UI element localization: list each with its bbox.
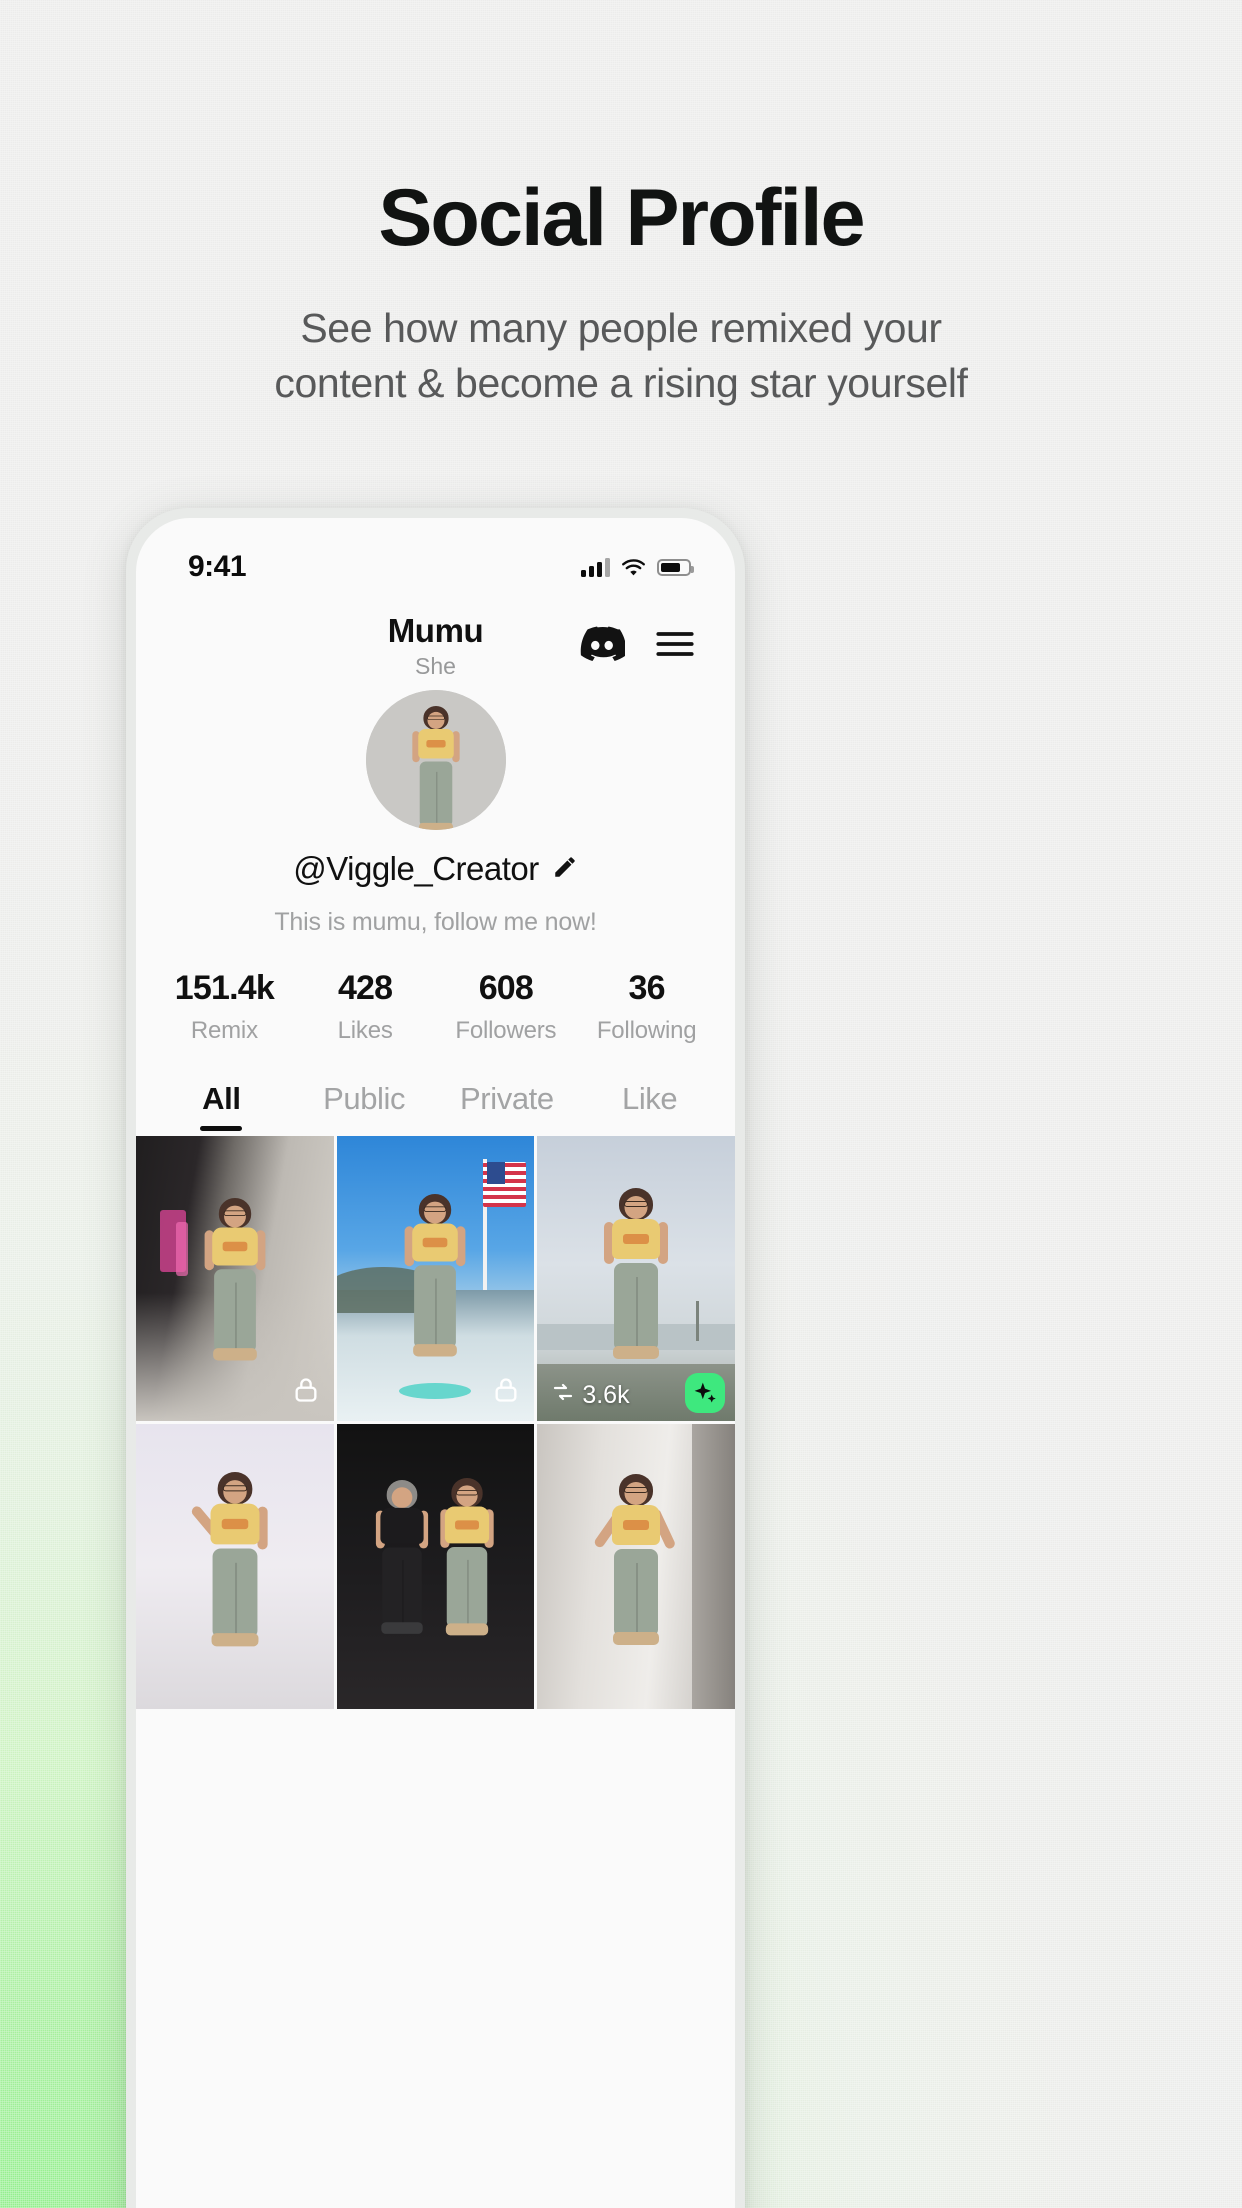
tab-label: Like	[621, 1081, 678, 1116]
marketing-header: Social Profile See how many people remix…	[0, 178, 1242, 410]
phone-mockup: 9:41 Mumu She @Viggle_Creator This is mu…	[126, 508, 745, 2208]
status-bar: 9:41	[136, 518, 735, 596]
page-title: Social Profile	[378, 173, 865, 263]
user-bio: This is mumu, follow me now!	[274, 908, 597, 936]
handle-row[interactable]: @Viggle_Creator	[136, 850, 735, 888]
tab-public[interactable]: Public	[293, 1081, 436, 1131]
page-subtitle-line-1: See how many people remixed your	[300, 305, 942, 351]
cellular-signal-icon	[581, 557, 610, 577]
tab-all[interactable]: All	[150, 1081, 293, 1131]
lock-icon	[292, 1376, 320, 1409]
stat-label: Likes	[337, 1017, 393, 1044]
hamburger-menu-icon[interactable]	[655, 629, 695, 664]
remix-loop-icon	[551, 1380, 575, 1411]
stat-followers[interactable]: 608 Followers	[436, 969, 577, 1045]
grid-item[interactable]	[136, 1424, 334, 1709]
stat-value: 151.4k	[174, 969, 275, 1007]
stat-remix[interactable]: 151.4k Remix	[154, 969, 295, 1045]
stat-value: 428	[337, 969, 393, 1007]
wifi-icon	[621, 558, 646, 577]
grid-item[interactable]	[136, 1136, 334, 1421]
tab-label: Public	[323, 1081, 406, 1116]
stat-value: 36	[628, 969, 666, 1007]
remix-count-label: 3.6k	[582, 1381, 630, 1409]
remix-count-badge: 3.6k	[551, 1380, 630, 1411]
pencil-edit-icon[interactable]	[552, 854, 578, 885]
page-subtitle: See how many people remixed your content…	[0, 301, 1242, 410]
grid-item[interactable]: 3.6k	[537, 1136, 735, 1421]
status-bar-clock: 9:41	[188, 550, 247, 583]
tab-like[interactable]: Like	[578, 1081, 721, 1131]
phone-screen: 9:41 Mumu She @Viggle_Creator This is mu…	[136, 518, 735, 2208]
stat-label: Followers	[455, 1017, 557, 1044]
media-grid: 3.6k	[136, 1136, 735, 1709]
sparkle-icon[interactable]	[685, 1373, 725, 1413]
avatar[interactable]	[365, 690, 506, 830]
status-bar-icons	[581, 557, 694, 577]
discord-icon[interactable]	[579, 626, 627, 666]
nav-actions	[579, 612, 695, 666]
tab-label: All	[202, 1081, 241, 1116]
stat-label: Remix	[190, 1017, 258, 1044]
stat-likes[interactable]: 428 Likes	[295, 969, 436, 1045]
content-tabs: All Public Private Like	[136, 1081, 735, 1131]
stat-value: 608	[478, 969, 534, 1007]
stat-label: Following	[596, 1017, 697, 1044]
grid-item[interactable]	[336, 1424, 535, 1709]
avatar-container[interactable]	[136, 690, 735, 830]
grid-item[interactable]	[336, 1136, 535, 1421]
lock-icon	[492, 1376, 520, 1409]
stats-row: 151.4k Remix 428 Likes 608 Followers 36 …	[136, 969, 735, 1045]
battery-icon	[657, 558, 694, 576]
grid-item[interactable]	[537, 1424, 735, 1709]
stat-following[interactable]: 36 Following	[576, 969, 717, 1045]
profile-nav-bar: Mumu She	[136, 596, 735, 682]
tab-private[interactable]: Private	[436, 1081, 579, 1131]
user-handle: @Viggle_Creator	[293, 850, 539, 887]
page-subtitle-line-2: content & become a rising star yourself	[274, 359, 968, 406]
tab-label: Private	[460, 1081, 554, 1116]
